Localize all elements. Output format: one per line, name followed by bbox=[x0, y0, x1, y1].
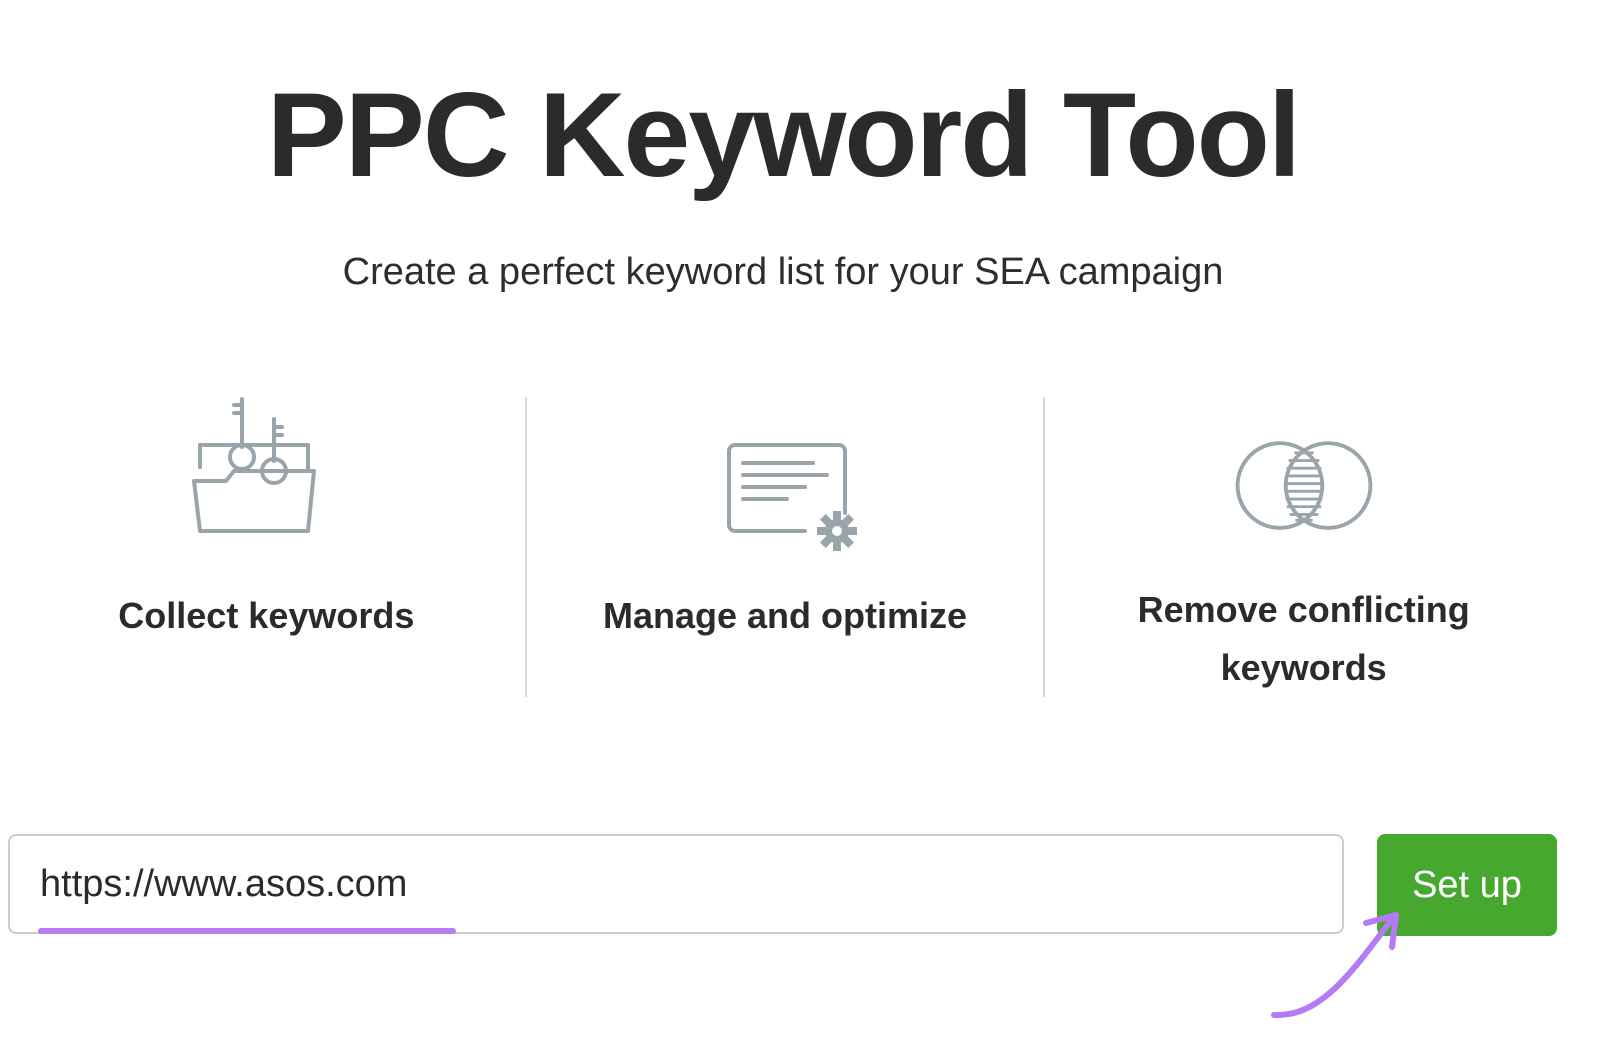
url-highlight-underline bbox=[38, 928, 456, 934]
url-search-bar bbox=[8, 834, 1344, 934]
feature-remove-conflicting: Remove conflicting keywords bbox=[1045, 397, 1562, 697]
page-subtitle: Create a perfect keyword list for your S… bbox=[342, 251, 1224, 293]
feature-list: Collect keywords Manage and optimize Rem… bbox=[8, 397, 1562, 697]
feature-manage-optimize: Manage and optimize bbox=[527, 397, 1044, 697]
feature-collect-keywords: Collect keywords bbox=[8, 397, 525, 697]
annotation-arrow-icon bbox=[1271, 912, 1399, 1019]
overlap-circles-icon bbox=[1235, 441, 1373, 530]
feature-label: Collect keywords bbox=[118, 595, 415, 636]
document-gear-icon bbox=[727, 443, 857, 551]
url-input[interactable] bbox=[40, 856, 1320, 912]
feature-label: Manage and optimize bbox=[602, 595, 968, 636]
folder-keys-icon bbox=[192, 397, 317, 533]
page-title: PPC Keyword Tool bbox=[266, 68, 1302, 202]
feature-label: Remove conflicting keywords bbox=[1137, 589, 1470, 688]
